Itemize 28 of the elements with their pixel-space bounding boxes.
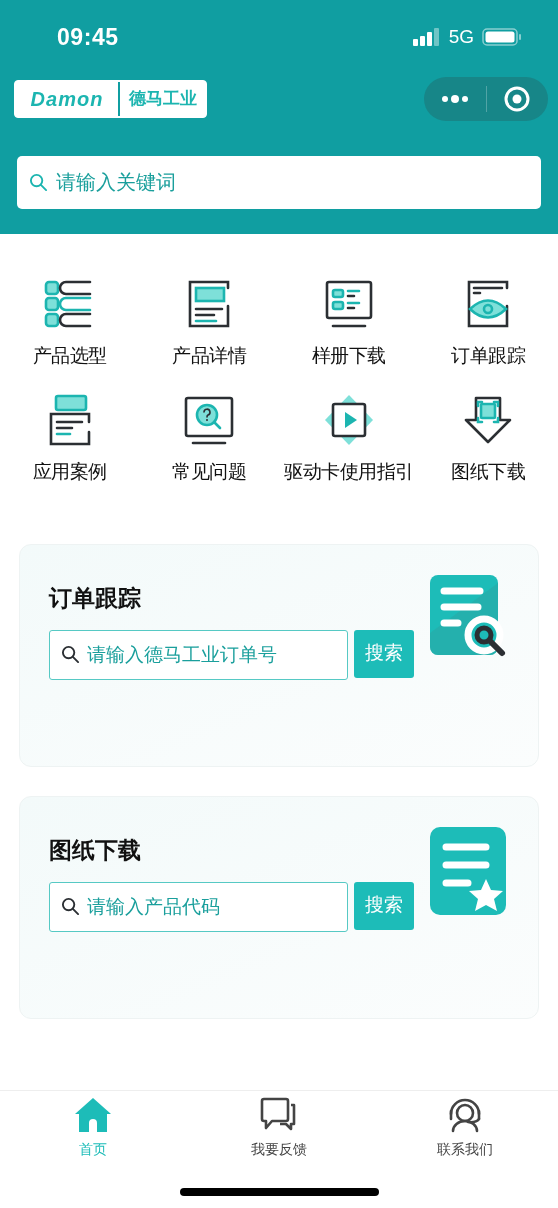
chat-bubbles-icon [260,1097,298,1133]
search-field[interactable]: 请输入关键词 [17,156,541,209]
search-icon [29,173,48,192]
shortcut-item[interactable]: 订单跟踪 [418,276,558,368]
tab-item[interactable]: 联系我们 [372,1097,558,1160]
logo-brand: Damon [30,87,104,112]
shortcut-item[interactable]: 常见问题 [139,392,279,484]
search-icon [61,896,80,916]
search-field[interactable]: 请输入产品代码 [49,881,348,932]
card-title: 订单跟踪 [49,584,142,613]
tab-item[interactable]: 我要反馈 [186,1097,372,1160]
shortcut-item[interactable]: 产品详情 [139,276,279,368]
shortcut-item[interactable]: 产品选型 [0,276,140,368]
shortcut-item[interactable]: 应用案例 [0,392,140,484]
signal-icon [412,28,441,46]
network-label: 5G [448,24,474,49]
battery-icon [482,28,522,46]
shortcut-item[interactable]: 样册下载 [279,276,419,368]
search-icon [61,644,80,664]
more-icon [440,95,469,103]
shortcut-item[interactable]: 图纸下载 [418,392,558,484]
shortcut-item[interactable]: 驱动卡使用指引 [279,392,419,484]
search-field[interactable]: 请输入德马工业订单号 [49,629,348,680]
home-icon [74,1097,112,1133]
card-title: 图纸下载 [49,836,142,865]
target-icon [504,86,531,112]
logo-name: 德马工业 [128,88,197,111]
status-time: 09:45 [57,22,119,52]
